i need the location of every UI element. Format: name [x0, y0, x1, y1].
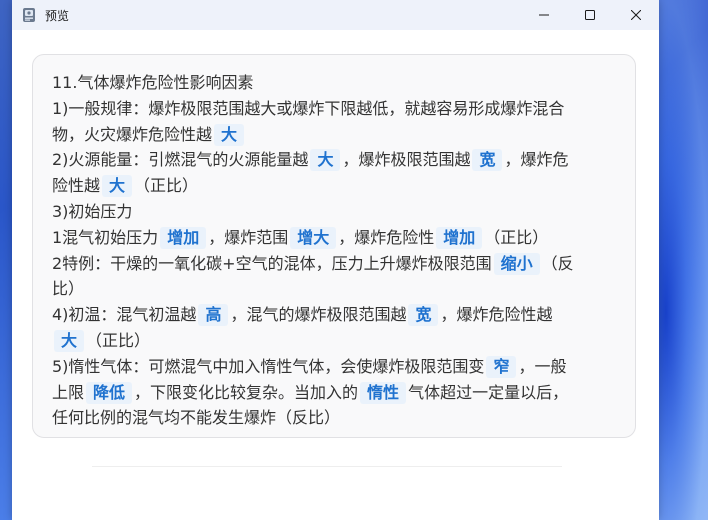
highlight-answer: 缩小 — [493, 252, 540, 275]
content-line: 5)惰性气体：可燃混气中加入惰性气体，会使爆炸极限范围变窄，一般 — [52, 355, 567, 378]
close-icon — [631, 10, 641, 20]
content-line: 比） — [52, 279, 85, 299]
maximize-icon — [585, 10, 595, 20]
minimize-button[interactable] — [521, 0, 567, 30]
window-controls — [521, 0, 659, 30]
content-line: 2特例：干燥的一氧化碳+空气的混体，压力上升爆炸极限范围 缩小 （反 — [52, 252, 574, 275]
highlight-answer: 宽 — [472, 149, 503, 172]
content-line: 任何比例的混气均不能发生爆炸（反比） — [52, 408, 341, 428]
title-bar[interactable]: 预览 — [12, 0, 659, 30]
content-line: 4)初温：混气初温越高，混气的爆炸极限范围越宽，爆炸危险性越 — [52, 304, 553, 327]
desktop-wallpaper-left — [0, 0, 12, 520]
content-line: 1)一般规律：爆炸极限范围越大或爆炸下限越低，就越容易形成爆炸混合 — [52, 98, 565, 118]
divider — [92, 466, 562, 467]
minimize-icon — [539, 14, 549, 16]
highlight-answer: 宽 — [408, 304, 439, 327]
preview-content-card: 11.气体爆炸危险性影响因素 1)一般规律：爆炸极限范围越大或爆炸下限越低，就越… — [32, 54, 636, 438]
highlight-answer: 高 — [198, 304, 229, 327]
highlight-answer: 窄 — [486, 355, 517, 378]
highlight-answer: 增大 — [290, 226, 337, 249]
highlight-answer: 增加 — [160, 226, 207, 249]
highlight-answer: 降低 — [86, 381, 133, 404]
close-button[interactable] — [613, 0, 659, 30]
content-heading: 11.气体爆炸危险性影响因素 — [52, 73, 254, 92]
content-line: 2)火源能量：引燃混气的火源能量越大，爆炸极限范围越宽，爆炸危 — [52, 149, 569, 172]
highlight-answer: 惰性 — [360, 381, 407, 404]
content-line: 物，火灾爆炸危险性越大 — [52, 122, 617, 148]
highlight-answer: 大 — [54, 329, 85, 352]
window-title: 预览 — [45, 8, 70, 23]
content-line: 1混气初始压力 增加 ，爆炸范围 增大 ，爆炸危险性 增加 （正比） — [52, 226, 549, 249]
content-line: 3)初始压力 — [52, 201, 133, 221]
maximize-button[interactable] — [567, 0, 613, 30]
highlight-answer: 大 — [214, 123, 245, 146]
highlight-answer: 大 — [310, 149, 341, 172]
content-line: 险性越大（正比） — [52, 175, 199, 198]
highlight-answer: 大 — [102, 175, 133, 198]
preview-window: 预览 11.气体爆炸危险性影响因素 1)一般规律：爆炸极限范围越大或爆炸下限越低… — [12, 0, 659, 520]
highlight-answer: 增加 — [436, 226, 483, 249]
content-line: 上限 降低 ，下限变化比较复杂。当加入的 惰性 气体超过一定量以后， — [52, 381, 569, 404]
content-line: 大（正比） — [52, 328, 617, 354]
preview-app-icon — [21, 7, 37, 23]
